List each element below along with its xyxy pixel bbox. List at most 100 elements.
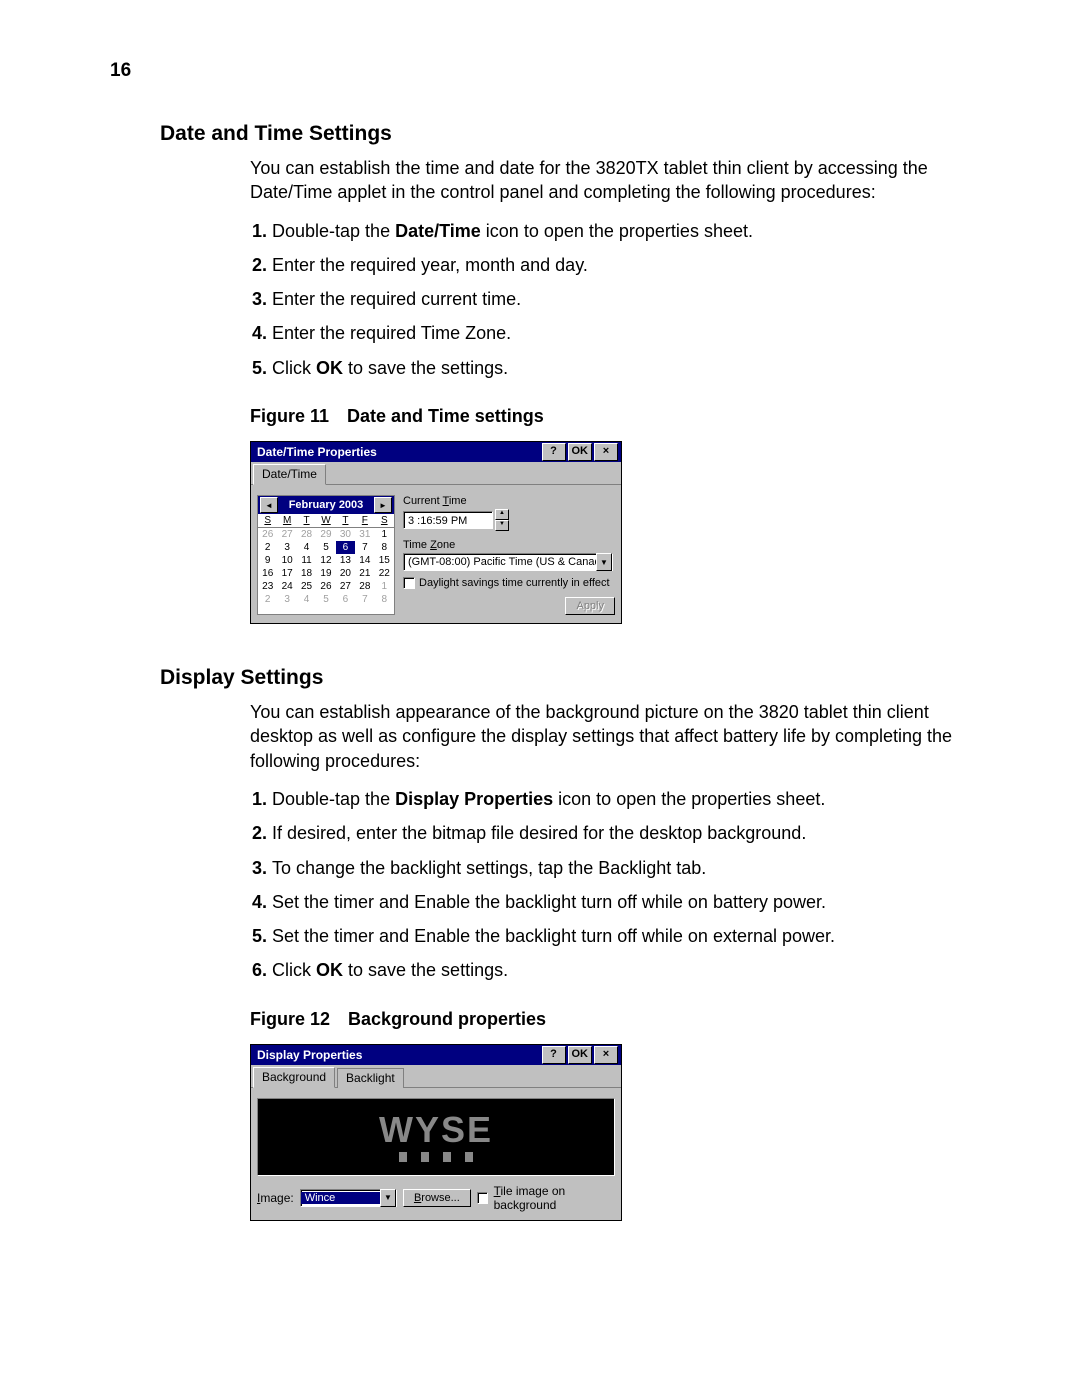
calendar-day[interactable]: 5 [316,541,335,554]
calendar-day[interactable]: 4 [297,593,316,606]
caption-text: Background properties [348,1009,546,1029]
label-accel: A [576,600,583,612]
calendar-day[interactable]: 7 [355,593,374,606]
tile-checkbox[interactable] [477,1192,488,1204]
calendar-day[interactable]: 27 [336,580,355,593]
calendar-month-label: February 2003 [280,499,372,511]
calendar-day[interactable]: 28 [355,580,374,593]
spin-up-icon[interactable]: ▲ [495,509,509,520]
spin-down-icon[interactable]: ▼ [495,520,509,531]
calendar-day[interactable]: 2 [258,541,277,554]
step-2: If desired, enter the bitmap file desire… [272,821,970,845]
intro-date-time: You can establish the time and date for … [250,156,970,205]
image-select[interactable]: Wince ▼ [300,1189,397,1207]
calendar-day[interactable]: 31 [355,528,374,541]
label-text: aylight savings time currently in effect [427,577,610,589]
tab-background[interactable]: Background [253,1067,335,1088]
calendar-day[interactable]: 19 [316,567,335,580]
calendar-day[interactable]: 1 [375,580,394,593]
calendar-day[interactable]: 6 [336,541,355,554]
background-preview: WYSE [257,1098,615,1176]
calendar-day[interactable]: 15 [375,554,394,567]
help-button[interactable]: ? [542,1046,566,1064]
label-text: Time [403,539,430,551]
step-text: icon to open the properties sheet. [481,221,753,241]
calendar-day[interactable]: 6 [336,593,355,606]
calendar-row: 2324252627281 [258,580,394,593]
dropdown-icon[interactable]: ▼ [380,1189,396,1207]
steps-date-time: Double-tap the Date/Time icon to open th… [250,219,970,380]
step-text: to save the settings. [343,960,508,980]
calendar-day[interactable]: 4 [297,541,316,554]
image-value: Wince [301,1192,380,1204]
daylight-checkbox[interactable] [403,577,415,589]
tab-backlight[interactable]: Backlight [337,1068,404,1088]
calendar-day[interactable]: 5 [316,593,335,606]
calendar-day[interactable]: 26 [258,528,277,541]
calendar-prev-button[interactable]: ◄ [260,497,278,513]
calendar-day[interactable]: 8 [375,541,394,554]
step-text: Click [272,960,316,980]
page-number: 16 [110,60,970,82]
calendar-day[interactable]: 30 [336,528,355,541]
calendar[interactable]: ◄ February 2003 ► S M T W T F [257,495,395,615]
time-zone-select[interactable]: (GMT-08:00) Pacific Time (US & Canada) ▼ [403,553,613,571]
calendar-day[interactable]: 28 [297,528,316,541]
calendar-day[interactable]: 7 [355,541,374,554]
display-dialog: Display Properties ? OK × Background Bac… [250,1044,622,1221]
tab-date-time[interactable]: Date/Time [253,464,326,485]
caption-text: Date and Time settings [347,406,544,426]
figure-11-caption: Figure 11Date and Time settings [250,406,970,427]
time-input[interactable]: 3 :16:59 PM [403,511,493,529]
dow: W [316,514,335,527]
calendar-day[interactable]: 8 [375,593,394,606]
step-4: Set the timer and Enable the backlight t… [272,890,970,914]
calendar-day[interactable]: 26 [316,580,335,593]
calendar-day[interactable]: 21 [355,567,374,580]
calendar-day[interactable]: 18 [297,567,316,580]
calendar-day[interactable]: 11 [297,554,316,567]
step-5: Click OK to save the settings. [272,356,970,380]
label-text: one [437,539,455,551]
datetime-titlebar[interactable]: Date/Time Properties ? OK × [251,442,621,462]
calendar-day[interactable]: 22 [375,567,394,580]
calendar-day[interactable]: 25 [297,580,316,593]
calendar-day[interactable]: 13 [336,554,355,567]
close-button[interactable]: × [594,1046,618,1064]
calendar-day[interactable]: 3 [277,593,296,606]
display-titlebar[interactable]: Display Properties ? OK × [251,1045,621,1065]
calendar-day[interactable]: 3 [277,541,296,554]
step-5: Set the timer and Enable the backlight t… [272,924,970,948]
wyse-logo: WYSE [379,1112,493,1148]
calendar-day[interactable]: 17 [277,567,296,580]
calendar-day[interactable]: 23 [258,580,277,593]
help-button[interactable]: ? [542,443,566,461]
dropdown-icon[interactable]: ▼ [596,553,612,571]
dow: F [355,514,374,527]
label-text: ile image on background [494,1184,566,1212]
calendar-day[interactable]: 29 [316,528,335,541]
calendar-day[interactable]: 12 [316,554,335,567]
calendar-next-button[interactable]: ► [374,497,392,513]
calendar-day[interactable]: 27 [277,528,296,541]
step-3: Enter the required current time. [272,287,970,311]
close-button[interactable]: × [594,443,618,461]
calendar-day[interactable]: 2 [258,593,277,606]
ok-button[interactable]: OK [568,1046,593,1064]
calendar-day[interactable]: 16 [258,567,277,580]
calendar-day[interactable]: 24 [277,580,296,593]
time-spinner[interactable]: ▲ ▼ [495,509,509,531]
calendar-day[interactable]: 9 [258,554,277,567]
caption-num: Figure 12 [250,1009,330,1029]
label-text: rowse... [421,1192,460,1204]
ok-button[interactable]: OK [568,443,593,461]
current-time-label: Current Time [403,495,615,507]
browse-button[interactable]: Browse... [403,1189,471,1207]
calendar-day[interactable]: 10 [277,554,296,567]
calendar-day[interactable]: 20 [336,567,355,580]
dow: T [336,514,355,527]
apply-button[interactable]: Apply [565,597,615,615]
dow: T [297,514,316,527]
calendar-day[interactable]: 14 [355,554,374,567]
calendar-day[interactable]: 1 [375,528,394,541]
